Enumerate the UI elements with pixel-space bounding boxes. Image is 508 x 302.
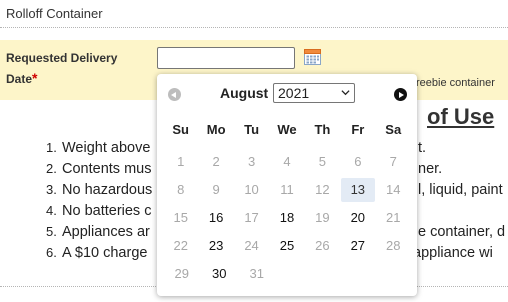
calendar-week: 29 30 31 <box>163 262 411 290</box>
calendar-day: 10 <box>244 182 259 197</box>
calendar-day[interactable]: 23 <box>199 234 232 258</box>
terms-item: 2. Contents mus ner. <box>46 161 443 177</box>
day-grid: 1 2 3 4 5 6 7 8 9 10 11 12 13 14 15 16 17 18 19 20 21 22 23 24 2… <box>163 150 411 290</box>
calendar-day: 22 <box>173 238 188 253</box>
delivery-date-label: Requested Delivery Date* <box>6 48 136 89</box>
weekday-label: Mo <box>206 122 226 137</box>
terms-item: 6. A $10 charge appliance wi <box>46 245 493 261</box>
calendar-day: 29 <box>174 266 189 281</box>
calendar-day: 1 <box>177 154 185 169</box>
weekday-label: Fr <box>351 122 365 137</box>
datepicker-header: August 2021 <box>157 82 417 106</box>
calendar-day: 3 <box>247 154 256 169</box>
section-title: Rolloff Container <box>6 6 103 21</box>
calendar-day: 4 <box>283 154 291 169</box>
calendar-week: 22 23 24 25 26 27 28 <box>163 234 411 262</box>
calendar-day: 17 <box>244 210 259 225</box>
calendar-icon[interactable] <box>304 48 321 65</box>
calendar-day: 9 <box>212 182 220 197</box>
next-month-icon[interactable] <box>394 88 407 101</box>
calendar-day: 19 <box>315 210 330 225</box>
calendar-week: 8 9 10 11 12 13 14 <box>163 178 411 206</box>
calendar-day[interactable]: 25 <box>270 234 303 258</box>
calendar-day: 21 <box>386 210 401 225</box>
weekday-label: Su <box>172 122 190 137</box>
delivery-date-label-text: Requested Delivery Date <box>6 51 118 86</box>
calendar-day: 14 <box>386 182 401 197</box>
container-note: reebie container <box>416 77 495 89</box>
calendar-day: 6 <box>354 154 362 169</box>
terms-item: 4. No batteries c <box>46 203 152 219</box>
calendar-day[interactable]: 20 <box>341 206 374 230</box>
calendar-day: 7 <box>389 154 397 169</box>
weekday-label: We <box>277 122 297 137</box>
calendar-week: 1 2 3 4 5 6 7 <box>163 150 411 178</box>
year-select-value: 2021 <box>278 85 310 101</box>
calendar-day: 26 <box>315 238 330 253</box>
calendar-day[interactable]: 30 <box>202 262 238 286</box>
calendar-day: 24 <box>244 238 259 253</box>
calendar-day: 2 <box>212 154 220 169</box>
year-select[interactable]: 2021 <box>273 83 355 103</box>
calendar-day-today[interactable]: 13 <box>341 178 375 202</box>
calendar-day[interactable]: 16 <box>199 206 232 230</box>
calendar-day[interactable]: 27 <box>341 234 374 258</box>
calendar-day: 8 <box>177 182 185 197</box>
weekday-label: Th <box>314 122 331 137</box>
weekday-header: Su Mo Tu We Th Fr Sa <box>163 122 411 138</box>
delivery-date-input[interactable] <box>157 47 295 69</box>
calendar-day: 5 <box>318 154 327 169</box>
month-label: August <box>220 85 269 101</box>
terms-item: 5. Appliances ar e container, d <box>46 224 506 240</box>
terms-item: 1. Weight above t. <box>46 140 427 156</box>
datepicker-popup: August 2021 Su Mo Tu We Th Fr Sa 1234567… <box>157 74 417 296</box>
weekday-label: Tu <box>244 122 260 137</box>
required-mark: * <box>32 70 38 86</box>
prev-month-icon[interactable] <box>168 88 181 101</box>
calendar-day: 11 <box>280 182 294 197</box>
weekday-label: Sa <box>385 122 402 137</box>
terms-item: 3. No hazardous l, liquid, paint <box>46 182 503 198</box>
calendar-day: 15 <box>173 210 188 225</box>
calendar-day: 12 <box>315 182 330 197</box>
terms-title: of Use <box>427 104 495 129</box>
calendar-day[interactable]: 18 <box>270 206 303 230</box>
section-header: Rolloff Container <box>0 0 508 28</box>
calendar-week: 15 16 17 18 19 20 21 <box>163 206 411 234</box>
calendar-day: 28 <box>386 238 401 253</box>
calendar-day: 31 <box>249 266 264 281</box>
chevron-down-icon <box>341 90 350 96</box>
